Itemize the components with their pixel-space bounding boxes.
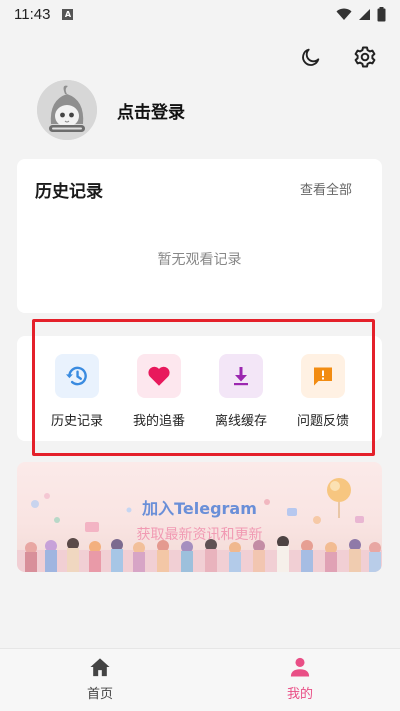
quick-action-favorites[interactable]: 我的追番 xyxy=(127,354,191,429)
nav-label-home: 首页 xyxy=(86,687,113,702)
quick-action-label: 我的追番 xyxy=(132,414,185,429)
settings-button[interactable] xyxy=(352,44,378,70)
notification-icon: A xyxy=(62,8,74,20)
history-card: 历史记录 查看全部 暂无观看记录 xyxy=(17,159,382,313)
profile-header[interactable]: 点击登录 xyxy=(37,80,185,140)
banner-title: 加入Telegram xyxy=(142,499,257,518)
quick-action-feedback[interactable]: 问题反馈 xyxy=(291,354,355,429)
login-label[interactable]: 点击登录 xyxy=(117,98,185,123)
quick-icon-bg xyxy=(301,354,345,398)
quick-icon-bg xyxy=(219,354,263,398)
avatar-illustration-icon xyxy=(37,80,97,140)
nav-item-home[interactable]: 首页 xyxy=(70,657,130,702)
history-title: 历史记录 xyxy=(35,182,103,202)
wifi-icon xyxy=(336,8,352,20)
person-icon xyxy=(290,657,310,677)
dark-mode-button[interactable] xyxy=(298,44,324,70)
history-empty-text: 暂无观看记录 xyxy=(157,252,242,268)
bottom-nav: 首页 我的 xyxy=(0,648,400,711)
quick-action-label: 问题反馈 xyxy=(296,414,349,429)
banner-subtitle: 获取最新资讯和更新 xyxy=(136,527,263,543)
avatar[interactable] xyxy=(37,80,97,140)
nav-label-mine: 我的 xyxy=(286,687,313,702)
telegram-banner[interactable]: 加入Telegram 获取最新资讯和更新 xyxy=(17,462,382,572)
heart-icon xyxy=(148,366,170,386)
quick-action-history[interactable]: 历史记录 xyxy=(45,354,109,429)
status-time: 11:43 xyxy=(14,5,51,23)
quick-action-offline-cache[interactable]: 离线缓存 xyxy=(209,354,273,429)
download-icon xyxy=(234,367,248,386)
quick-icon-bg xyxy=(137,354,181,398)
quick-action-label: 历史记录 xyxy=(50,414,103,429)
home-icon xyxy=(90,658,110,677)
moon-icon xyxy=(302,48,320,66)
history-icon xyxy=(65,366,87,386)
feedback-icon xyxy=(314,367,332,386)
quick-action-label: 离线缓存 xyxy=(214,414,267,429)
quick-actions-card: 历史记录 我的追番 离线缓存 问题反馈 xyxy=(17,336,382,441)
gear-icon xyxy=(354,46,376,68)
top-actions xyxy=(298,44,378,70)
battery-icon xyxy=(377,6,386,21)
signal-icon xyxy=(359,8,370,20)
quick-icon-bg xyxy=(55,354,99,398)
view-all-link[interactable]: 查看全部 xyxy=(300,179,352,198)
status-bar: 11:43 A xyxy=(0,0,400,28)
nav-item-mine[interactable]: 我的 xyxy=(270,657,330,702)
